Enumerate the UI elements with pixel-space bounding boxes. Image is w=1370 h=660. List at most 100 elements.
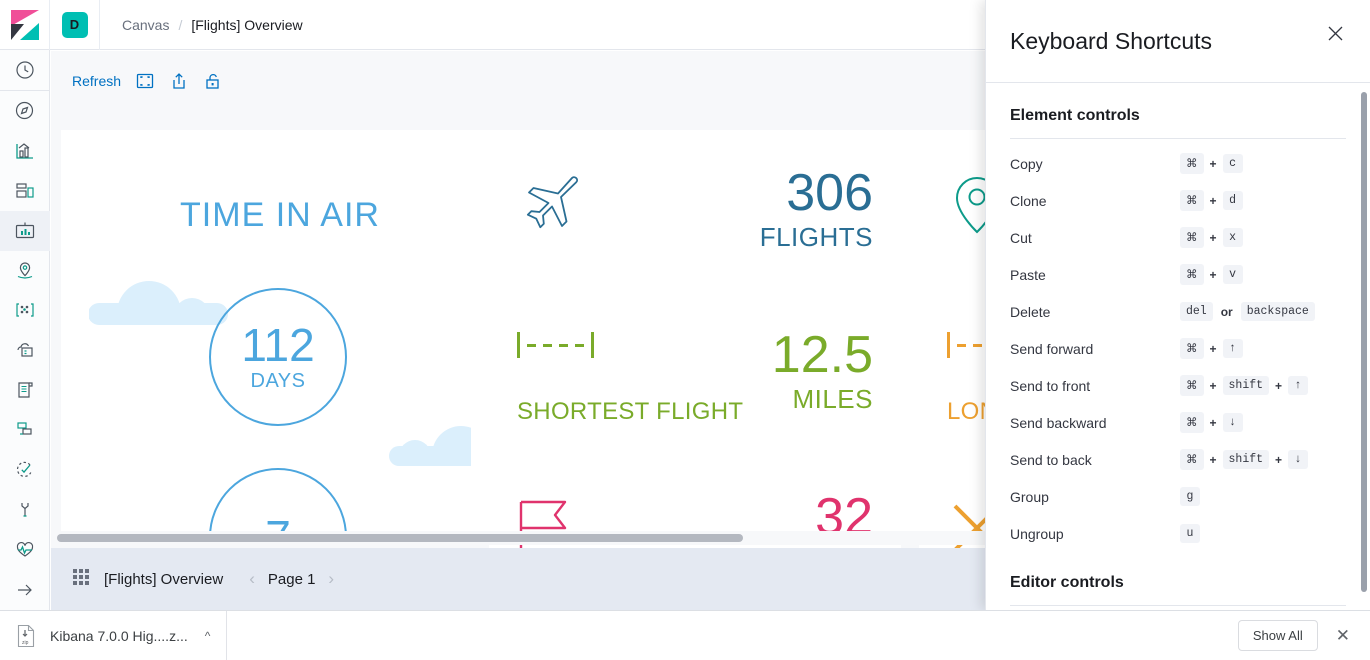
key-chip: ⌘ xyxy=(1180,338,1204,359)
kibana-canvas-app: D Canvas / [Flights] Overview Refresh TI… xyxy=(0,0,1370,660)
shortcut-row: Send to back ⌘ + shift + ↓ xyxy=(1010,441,1346,478)
map-pin-icon xyxy=(17,261,32,279)
key-chip: v xyxy=(1222,265,1243,284)
clock-icon xyxy=(15,61,34,79)
sidebar-item-machine-learning[interactable] xyxy=(0,291,50,331)
keyboard-shortcuts-flyout: Keyboard Shortcuts Element controls Copy… xyxy=(985,0,1370,610)
key-chip: backspace xyxy=(1240,302,1315,321)
sidebar-item-canvas[interactable] xyxy=(0,210,50,251)
sidebar-item-infrastructure[interactable] xyxy=(0,330,50,370)
key-chip: ⌘ xyxy=(1180,449,1204,470)
share-icon xyxy=(173,73,185,89)
shortcut-label: Clone xyxy=(1010,192,1047,209)
key-chip: ↑ xyxy=(1222,339,1243,358)
shortcut-keys: g xyxy=(1180,487,1200,506)
flag-icon xyxy=(519,500,567,552)
gauge-days-unit: DAYS xyxy=(250,369,306,392)
shortest-flight-unit: MILES xyxy=(792,384,873,414)
sidebar-item-monitoring[interactable] xyxy=(0,530,50,570)
arrow-right-icon xyxy=(17,584,32,596)
fullscreen-icon xyxy=(136,73,154,89)
scrollbar-thumb[interactable] xyxy=(57,534,743,542)
shortcut-label: Paste xyxy=(1010,266,1046,283)
sidebar-item-apm[interactable] xyxy=(0,410,50,450)
grid-icon-wrap[interactable] xyxy=(72,568,90,591)
grid-icon xyxy=(73,568,89,585)
key-chip: ↓ xyxy=(1222,413,1243,432)
shortcut-row: Send forward ⌘ + ↑ xyxy=(1010,330,1346,367)
section-title-element-controls: Element controls xyxy=(1010,107,1140,124)
element-shortest-flight[interactable]: SHORTEST FLIGHT 12.5 MILES xyxy=(489,310,901,458)
breadcrumb: Canvas / [Flights] Overview xyxy=(100,17,303,33)
breadcrumb-current[interactable]: [Flights] Overview xyxy=(191,17,302,33)
show-all-button[interactable]: Show All xyxy=(1237,620,1318,651)
key-chip: shift xyxy=(1222,376,1270,395)
sidebar-item-recently-viewed[interactable] xyxy=(0,50,50,90)
sidebar-item-dev-tools[interactable] xyxy=(0,490,50,530)
section-divider xyxy=(1010,605,1346,606)
apm-icon xyxy=(16,422,32,435)
uptime-check-icon xyxy=(16,461,31,478)
page-indicator[interactable]: Page 1 xyxy=(268,571,316,588)
airplane-icon-wrap xyxy=(517,174,583,237)
shortcut-keys: ⌘ + v xyxy=(1180,264,1243,285)
key-separator-plus: + xyxy=(1209,415,1217,430)
key-separator-plus: + xyxy=(1209,452,1217,467)
sidebar-item-dashboard[interactable] xyxy=(0,171,50,211)
key-chip: shift xyxy=(1222,450,1270,469)
previous-page-button[interactable]: ‹ xyxy=(249,569,255,589)
sidebar-item-visualize[interactable] xyxy=(0,131,50,171)
shortcut-row: Cut ⌘ + x xyxy=(1010,219,1346,256)
caret-up-icon[interactable]: ^ xyxy=(205,629,211,643)
flights-value: 306 xyxy=(786,164,873,222)
shortcut-label: Send backward xyxy=(1010,414,1107,431)
breadcrumb-canvas[interactable]: Canvas xyxy=(122,17,169,33)
sidebar-item-logs[interactable] xyxy=(0,370,50,410)
element-flights-count[interactable]: 306 FLIGHTS xyxy=(489,148,901,296)
flights-unit: FLIGHTS xyxy=(759,222,873,252)
sidebar-item-uptime[interactable] xyxy=(0,450,50,490)
download-item[interactable]: zip Kibana 7.0.0 Hig....z... ^ xyxy=(0,610,228,660)
share-button[interactable] xyxy=(169,71,189,91)
key-chip: ⌘ xyxy=(1180,264,1204,285)
sidebar-item-collapse[interactable] xyxy=(0,570,50,610)
close-icon[interactable] xyxy=(1322,20,1348,46)
close-icon[interactable]: ✕ xyxy=(1332,622,1354,650)
shortest-flight-caption: SHORTEST FLIGHT xyxy=(517,398,744,425)
space-switcher-button[interactable]: D xyxy=(50,0,100,50)
shortest-flight-value: 12.5 xyxy=(771,326,873,384)
shortcut-label: Send forward xyxy=(1010,340,1094,357)
shortest-flight-metric: 12.5 MILES xyxy=(772,326,873,414)
shortcut-row: Ungroup u xyxy=(1010,515,1346,552)
refresh-button[interactable]: Refresh xyxy=(72,73,121,89)
lock-toggle-button[interactable] xyxy=(203,71,223,91)
element-time-in-air[interactable]: TIME IN AIR 112 DAYS 7 xyxy=(89,148,471,542)
flyout-header: Keyboard Shortcuts xyxy=(986,0,1370,83)
key-chip: ⌘ xyxy=(1180,227,1204,248)
shortcut-keys: ⌘ + shift + ↓ xyxy=(1180,449,1309,470)
key-separator-plus: + xyxy=(1209,193,1217,208)
kibana-home-button[interactable] xyxy=(0,0,50,50)
flyout-scrollbar[interactable] xyxy=(1361,92,1367,592)
unlock-icon xyxy=(206,73,219,89)
workpad-name[interactable]: [Flights] Overview xyxy=(104,571,223,588)
key-chip: ⌘ xyxy=(1180,375,1204,396)
shortcut-keys: u xyxy=(1180,524,1200,543)
svg-text:zip: zip xyxy=(22,640,29,646)
shortcut-label: Ungroup xyxy=(1010,525,1064,542)
download-bar-actions: Show All ✕ xyxy=(1237,620,1370,651)
shortcut-keys: ⌘ + shift + ↑ xyxy=(1180,375,1309,396)
shortcut-label: Cut xyxy=(1010,229,1032,246)
shortcut-row: Copy ⌘ + c xyxy=(1010,145,1346,182)
next-page-button[interactable]: › xyxy=(328,569,334,589)
flyout-body[interactable]: Element controls Copy ⌘ + c Clone ⌘ + d Cut ⌘ + x Pa… xyxy=(986,83,1370,610)
sidebar-item-discover[interactable] xyxy=(0,91,50,131)
cloud-decoration xyxy=(389,446,471,466)
ml-dots-icon xyxy=(15,303,34,318)
fullscreen-button[interactable] xyxy=(135,71,155,91)
key-separator-plus: + xyxy=(1275,452,1283,467)
shortcut-row: Paste ⌘ + v xyxy=(1010,256,1346,293)
key-separator-plus: + xyxy=(1209,156,1217,171)
sidebar-item-maps[interactable] xyxy=(0,251,50,291)
shortcut-keys: ⌘ + c xyxy=(1180,153,1243,174)
